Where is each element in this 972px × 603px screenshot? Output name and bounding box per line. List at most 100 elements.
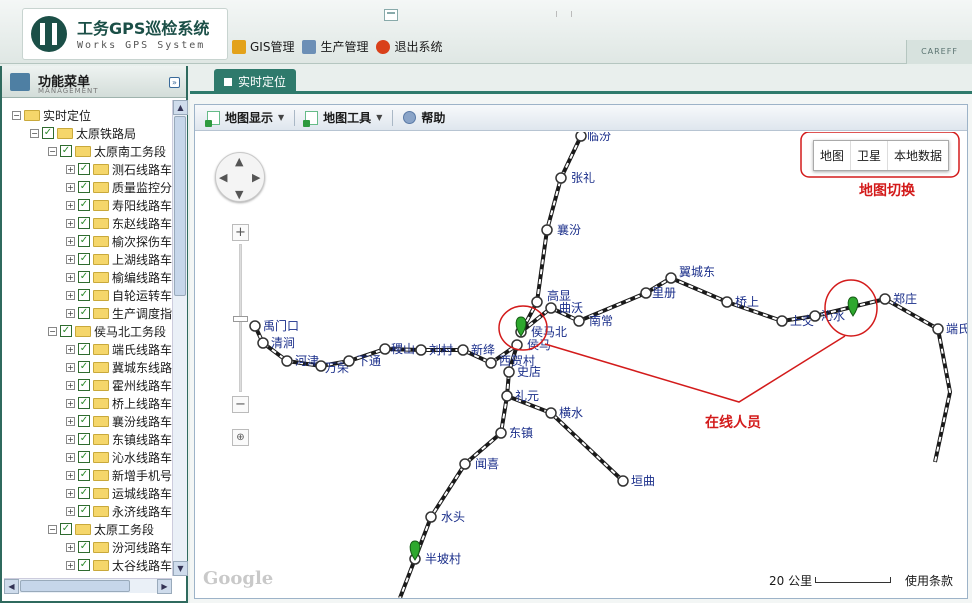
nav-exit-system[interactable]: 退出系统 bbox=[376, 38, 443, 55]
tree-checkbox[interactable]: ✓ bbox=[60, 523, 72, 535]
tree-node[interactable]: − ✓ 太原铁路局 bbox=[30, 124, 136, 142]
scroll-left-arrow-icon[interactable]: ◀ bbox=[4, 579, 19, 594]
tree-node[interactable]: + ✓ 质量监控分 bbox=[66, 178, 172, 196]
station-marker[interactable] bbox=[531, 296, 543, 308]
station-marker[interactable] bbox=[776, 315, 788, 327]
station-marker[interactable] bbox=[425, 511, 437, 523]
expand-icon[interactable]: + bbox=[66, 398, 75, 408]
nav-production-management[interactable]: 生产管理 bbox=[302, 38, 368, 55]
tree-checkbox[interactable]: ✓ bbox=[78, 181, 90, 193]
expand-icon[interactable]: + bbox=[66, 542, 75, 552]
pan-right-icon[interactable]: ▶ bbox=[252, 172, 260, 183]
tree-node[interactable]: + ✓ 榆次探伤车 bbox=[66, 232, 172, 250]
window-restore-icon[interactable] bbox=[384, 9, 398, 21]
tree-checkbox[interactable]: ✓ bbox=[78, 379, 90, 391]
collapse-icon[interactable]: − bbox=[30, 128, 39, 138]
zoom-out-button[interactable]: − bbox=[232, 396, 249, 413]
tree-node[interactable]: + ✓ 桥上线路车 bbox=[66, 394, 172, 412]
expand-icon[interactable]: + bbox=[66, 236, 75, 246]
expand-icon[interactable]: + bbox=[66, 344, 75, 354]
station-marker[interactable] bbox=[932, 323, 944, 335]
expand-icon[interactable]: + bbox=[66, 380, 75, 390]
tree-checkbox[interactable]: ✓ bbox=[78, 559, 90, 571]
station-marker[interactable] bbox=[495, 427, 507, 439]
map-tools-button[interactable]: 地图工具 ▼ bbox=[303, 109, 382, 127]
tree-checkbox[interactable]: ✓ bbox=[78, 397, 90, 409]
tree-vertical-scrollbar[interactable]: ▲ ▼ bbox=[172, 100, 188, 576]
tree-node[interactable]: + ✓ 沁水线路车 bbox=[66, 448, 172, 466]
tree-checkbox[interactable]: ✓ bbox=[78, 469, 90, 481]
tree-checkbox[interactable]: ✓ bbox=[78, 271, 90, 283]
station-marker[interactable] bbox=[459, 458, 471, 470]
station-marker[interactable] bbox=[541, 224, 553, 236]
station-marker[interactable] bbox=[501, 390, 513, 402]
tree-checkbox[interactable]: ✓ bbox=[78, 487, 90, 499]
station-marker[interactable] bbox=[503, 366, 515, 378]
station-marker[interactable] bbox=[573, 315, 585, 327]
tree-node[interactable]: + ✓ 汾河线路车 bbox=[66, 538, 172, 556]
map-type-satellite[interactable]: 卫星 bbox=[851, 141, 889, 170]
pan-down-icon[interactable]: ▼ bbox=[235, 189, 243, 200]
zoom-in-button[interactable]: + bbox=[232, 224, 249, 241]
tree-checkbox[interactable]: ✓ bbox=[78, 505, 90, 517]
scroll-thumb[interactable] bbox=[174, 116, 186, 296]
station-marker[interactable] bbox=[555, 172, 567, 184]
tab-realtime-location[interactable]: 实时定位 bbox=[214, 69, 297, 94]
tree-node[interactable]: + ✓ 榆编线路车 bbox=[66, 268, 172, 286]
expand-icon[interactable]: + bbox=[66, 290, 75, 300]
expand-icon[interactable]: + bbox=[66, 434, 75, 444]
tree-checkbox[interactable]: ✓ bbox=[78, 199, 90, 211]
tree-node[interactable]: + ✓ 霍州线路车 bbox=[66, 376, 172, 394]
tree-node[interactable]: + ✓ 寿阳线路车 bbox=[66, 196, 172, 214]
expand-icon[interactable]: + bbox=[66, 470, 75, 480]
map-canvas[interactable]: 临汾 张礼 襄汾 高显 曲沃 侯马北 侯马 南常 里册 翼城东 桥上 上交 沁水 郑庄 端氏 禹门口 清涧 河津万… bbox=[195, 132, 967, 598]
collapse-icon[interactable]: − bbox=[48, 146, 57, 156]
tree-node[interactable]: + ✓ 永济线路车 bbox=[66, 502, 172, 520]
expand-icon[interactable]: + bbox=[66, 182, 75, 192]
station-marker[interactable] bbox=[343, 355, 355, 367]
station-marker[interactable] bbox=[665, 272, 677, 284]
collapse-icon[interactable]: − bbox=[12, 110, 21, 120]
expand-icon[interactable]: + bbox=[66, 218, 75, 228]
nav-gis-management[interactable]: GIS管理 bbox=[232, 38, 294, 55]
tree-checkbox[interactable]: ✓ bbox=[78, 451, 90, 463]
scroll-right-arrow-icon[interactable]: ▶ bbox=[157, 579, 172, 594]
tree-node[interactable]: + ✓ 新增手机号 bbox=[66, 466, 172, 484]
expand-icon[interactable]: + bbox=[66, 560, 75, 570]
expand-icon[interactable]: + bbox=[66, 308, 75, 318]
tree-checkbox[interactable]: ✓ bbox=[78, 217, 90, 229]
tree-checkbox[interactable]: ✓ bbox=[78, 433, 90, 445]
tree-node[interactable]: + ✓ 太谷线路车 bbox=[66, 556, 172, 574]
tree-node[interactable]: + ✓ 运城线路车 bbox=[66, 484, 172, 502]
expand-icon[interactable]: + bbox=[66, 272, 75, 282]
tree-node[interactable]: + ✓ 冀城东线路 bbox=[66, 358, 172, 376]
tree-node[interactable]: + ✓ 上湖线路车 bbox=[66, 250, 172, 268]
tree-node[interactable]: − ✓ 太原工务段 bbox=[48, 520, 154, 538]
expand-icon[interactable]: + bbox=[66, 452, 75, 462]
pan-up-icon[interactable]: ▲ bbox=[235, 156, 243, 167]
terms-of-use-link[interactable]: 使用条款 bbox=[905, 572, 953, 589]
tree-node[interactable]: + ✓ 生产调度指 bbox=[66, 304, 172, 322]
station-marker[interactable] bbox=[809, 310, 821, 322]
station-marker[interactable] bbox=[545, 302, 557, 314]
station-marker[interactable] bbox=[249, 320, 261, 332]
header-grip-handle[interactable] bbox=[556, 11, 572, 17]
map-type-map[interactable]: 地图 bbox=[814, 141, 852, 170]
expand-icon[interactable]: + bbox=[66, 416, 75, 426]
scroll-thumb[interactable] bbox=[20, 580, 130, 592]
tree-node[interactable]: + ✓ 端氏线路车 bbox=[66, 340, 172, 358]
tree-checkbox[interactable]: ✓ bbox=[78, 253, 90, 265]
expand-icon[interactable]: + bbox=[66, 362, 75, 372]
scroll-up-arrow-icon[interactable]: ▲ bbox=[173, 100, 188, 115]
help-button[interactable]: 帮助 bbox=[403, 109, 445, 126]
tree-node[interactable]: − ✓ 侯马北工务段 bbox=[48, 322, 166, 340]
online-person-pin-icon[interactable] bbox=[847, 296, 859, 317]
scroll-down-arrow-icon[interactable]: ▼ bbox=[173, 561, 188, 576]
tree-node[interactable]: + ✓ 东赵线路车 bbox=[66, 214, 172, 232]
tree-checkbox[interactable]: ✓ bbox=[78, 541, 90, 553]
zoom-slider-thumb[interactable] bbox=[233, 316, 248, 322]
station-marker[interactable] bbox=[457, 344, 469, 356]
station-marker[interactable] bbox=[257, 337, 269, 349]
tree-checkbox[interactable]: ✓ bbox=[78, 235, 90, 247]
station-marker[interactable] bbox=[485, 357, 497, 369]
